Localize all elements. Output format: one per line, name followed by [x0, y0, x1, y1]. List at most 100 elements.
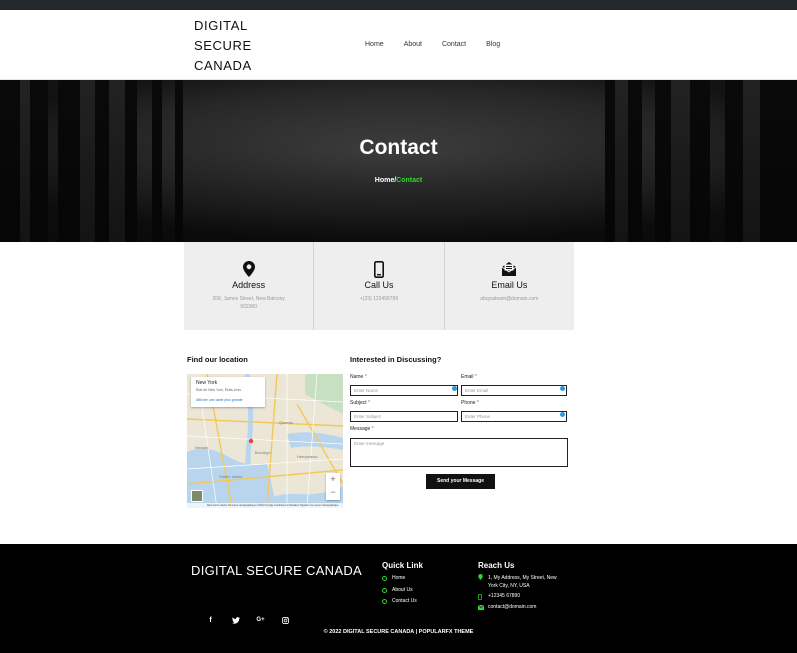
- subject-label-text: Subject: [350, 400, 367, 406]
- zoom-in-button[interactable]: +: [326, 473, 340, 486]
- required-mark: *: [371, 426, 374, 432]
- autofill-icon: [452, 386, 457, 391]
- address-card: Address 208, James Street, New Balcony 5…: [184, 242, 315, 330]
- footer-address-text: 1, My Address, My Street, New York City, …: [488, 574, 557, 590]
- send-message-button[interactable]: Send your Message: [426, 474, 495, 489]
- map-pin-icon: [239, 260, 259, 278]
- reach-us-title: Reach Us: [478, 561, 515, 570]
- breadcrumb-current: Contact: [396, 177, 423, 184]
- required-mark: *: [476, 400, 479, 406]
- name-input[interactable]: [350, 385, 458, 396]
- larger-map-link[interactable]: Afficher une carte plus grande: [196, 398, 260, 402]
- address-text: 208, James Street, New Balcony 502360: [212, 296, 285, 310]
- footer-address: 1, My Address, My Street, New York City, …: [478, 574, 557, 590]
- top-bar: [0, 0, 797, 10]
- name-label-text: Name: [350, 374, 364, 380]
- nav-contact[interactable]: Contact: [442, 41, 466, 48]
- footer-link-contact[interactable]: Contact Us: [382, 598, 417, 604]
- call-card: Call Us +(23) 123456789: [314, 242, 445, 330]
- site-footer: DIGITAL SECURE CANADA Quick Link Home Ab…: [0, 544, 797, 653]
- footer-link-label: Contact Us: [392, 598, 417, 604]
- check-circle-icon: [382, 587, 387, 593]
- social-links: f G+: [198, 617, 298, 626]
- footer-link-home[interactable]: Home: [382, 575, 405, 581]
- map-layer-toggle[interactable]: [191, 490, 203, 502]
- call-text[interactable]: +(23) 123456789: [334, 295, 423, 303]
- autofill-icon: [560, 412, 565, 417]
- server-room-background: [0, 80, 797, 242]
- map-info-card: New York État de New York, États-Unis Af…: [191, 377, 265, 407]
- breadcrumb: Home/Contact: [0, 177, 797, 184]
- svg-text:Queens: Queens: [279, 420, 293, 425]
- email-input[interactable]: [461, 385, 567, 396]
- required-mark: *: [474, 374, 477, 380]
- svg-text:Newark: Newark: [195, 445, 209, 450]
- autofill-icon: [560, 386, 565, 391]
- phone-icon: [369, 260, 389, 278]
- footer-link-label: Home: [392, 575, 406, 581]
- site-logo[interactable]: DIGITAL SECURE CANADA: [194, 16, 252, 76]
- svg-text:Hempstead: Hempstead: [297, 454, 317, 459]
- phone-label-text: Phone: [461, 400, 476, 406]
- footer-email[interactable]: contact@domain.com: [477, 604, 537, 610]
- address-line-2: York City, NY, USA: [488, 583, 530, 589]
- footer-phone[interactable]: +12345 67890: [478, 593, 521, 600]
- email-title: Email Us: [491, 280, 528, 290]
- zoom-out-button[interactable]: −: [326, 486, 340, 499]
- logo-line-1: DIGITAL: [194, 18, 248, 33]
- twitter-icon[interactable]: [223, 617, 248, 626]
- map-zoom-controls: + −: [326, 473, 340, 500]
- required-mark: *: [364, 374, 367, 380]
- form-heading: Interested in Discussing?: [350, 355, 442, 364]
- footer-email-text: contact@domain.com: [488, 604, 537, 610]
- map-card-title: New York: [196, 380, 218, 386]
- footer-link-label: About Us: [392, 587, 413, 593]
- breadcrumb-home[interactable]: Home/: [375, 177, 396, 184]
- phone-label: Phone *: [461, 400, 479, 406]
- phone-input[interactable]: [461, 411, 567, 422]
- message-textarea[interactable]: [350, 438, 568, 467]
- quick-link-title: Quick Link: [382, 561, 423, 570]
- nav-about[interactable]: About: [404, 41, 422, 48]
- email-label-text: Email: [461, 374, 474, 380]
- main-nav: Home About Contact Blog: [365, 41, 520, 48]
- address-line-1: 1, My Address, My Street, New: [488, 575, 557, 581]
- google-plus-icon[interactable]: G+: [248, 617, 273, 626]
- embedded-map[interactable]: Newark Queens Brooklyn Hempstead Staten …: [187, 374, 343, 508]
- instagram-icon[interactable]: [273, 617, 298, 626]
- email-label: Email *: [461, 374, 477, 380]
- check-circle-icon: [382, 598, 387, 604]
- message-label: Message *: [350, 426, 374, 432]
- copyright: © 2022 DIGITAL SECURE CANADA | POPULARFX…: [323, 629, 474, 635]
- footer-brand: DIGITAL SECURE CANADA: [191, 563, 362, 578]
- site-header: DIGITAL SECURE CANADA Home About Contact…: [0, 10, 797, 80]
- contact-info-cards: Address 208, James Street, New Balcony 5…: [184, 242, 574, 330]
- address-title: Address: [232, 280, 266, 290]
- logo-line-3: CANADA: [194, 58, 252, 73]
- map-heading: Find our location: [187, 355, 248, 364]
- logo-line-2: SECURE: [194, 38, 252, 53]
- check-circle-icon: [382, 575, 387, 581]
- footer-phone-text: +12345 67890: [488, 593, 521, 599]
- map-pin-icon: [478, 574, 483, 580]
- hero-banner: Contact Home/Contact: [0, 80, 797, 242]
- map-attribution: Raccourcis clavier Données cartographiqu…: [187, 503, 343, 508]
- page-title: Contact: [359, 136, 438, 159]
- svg-text:Brooklyn: Brooklyn: [255, 450, 271, 455]
- nav-blog[interactable]: Blog: [486, 41, 500, 48]
- email-text[interactable]: abcpaiteam@domain.com: [465, 295, 554, 303]
- email-card: Email Us abcpaiteam@domain.com: [445, 242, 574, 330]
- facebook-icon[interactable]: f: [198, 617, 223, 626]
- call-title: Call Us: [364, 280, 394, 290]
- subject-label: Subject *: [350, 400, 370, 406]
- footer-link-about[interactable]: About Us: [382, 587, 413, 593]
- envelope-icon: [499, 260, 519, 278]
- map-card-subtitle: État de New York, États-Unis: [196, 388, 241, 392]
- nav-home[interactable]: Home: [365, 41, 384, 48]
- message-label-text: Message: [350, 426, 371, 432]
- phone-icon: [478, 593, 483, 600]
- name-label: Name *: [350, 374, 367, 380]
- required-mark: *: [368, 400, 371, 406]
- svg-text:Staten Island: Staten Island: [219, 474, 242, 479]
- subject-input[interactable]: [350, 411, 458, 422]
